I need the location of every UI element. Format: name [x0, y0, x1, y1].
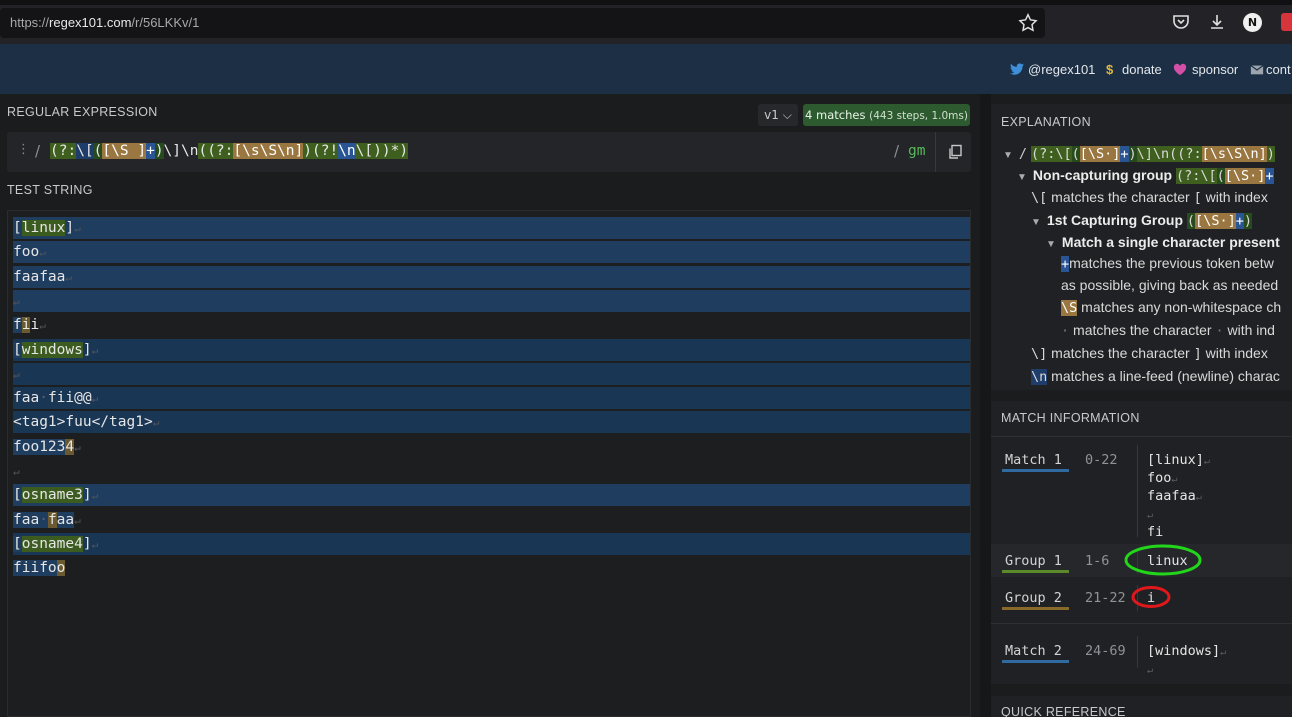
- explanation-line: \n matches a line-feed (newline) charac: [1031, 368, 1280, 385]
- extension-icon[interactable]: [1281, 13, 1292, 31]
- contact-link[interactable]: cont: [1266, 62, 1291, 77]
- match-2-underline: [1002, 660, 1069, 663]
- test-string-section-title: TEST STRING: [7, 183, 93, 197]
- test-line[interactable]: fiifoo: [13, 557, 66, 579]
- match-highlight: [13, 387, 970, 410]
- test-line[interactable]: foo1234↵: [13, 436, 81, 458]
- matches-badge: 4 matches (443 steps, 1.0ms): [803, 104, 970, 126]
- regex-input[interactable]: ⋮ / (?:\[([\S ]+)\]\n((?:[\s\S\n])(?!\n\…: [7, 132, 971, 172]
- heart-icon: [1173, 63, 1187, 76]
- test-line[interactable]: [linux]↵: [13, 217, 81, 239]
- regex-close-delimiter: /: [894, 142, 900, 160]
- drag-handle-icon[interactable]: ⋮: [17, 142, 30, 157]
- explanation-line: \S matches any non-whitespace ch: [1061, 299, 1282, 316]
- regex-section-title: REGULAR EXPRESSION: [7, 105, 158, 119]
- red-annotation-circle: [1131, 586, 1171, 608]
- quick-reference-title: QUICK REFERENCE: [1001, 705, 1126, 717]
- address-bar[interactable]: https://regex101.com/r/56LKKv/1: [0, 8, 1045, 38]
- match-highlight: [13, 289, 970, 312]
- regex-box-separator: [935, 132, 936, 172]
- match-highlight: [13, 362, 970, 385]
- match-highlight: [13, 241, 970, 264]
- test-line[interactable]: fii↵: [13, 314, 46, 336]
- dollar-icon: $: [1106, 62, 1114, 77]
- matches-detail: (443 steps, 1.0ms): [869, 110, 968, 122]
- group-1-range: 1-6: [1085, 553, 1110, 569]
- match-info-divider: [991, 436, 1292, 437]
- explanation-line: as possible, giving back as needed: [1061, 277, 1279, 293]
- donate-link[interactable]: donate: [1122, 62, 1162, 77]
- explanation-line[interactable]: ▼ Match a single character present: [1046, 234, 1280, 250]
- site-header: @regex101 $ donate sponsor cont: [0, 44, 1292, 94]
- match-highlight: [13, 338, 970, 361]
- twitter-icon: [1010, 63, 1024, 75]
- match-1-separator: [1137, 445, 1138, 537]
- version-select[interactable]: v1 ⌵: [758, 104, 798, 126]
- regex-open-delimiter: /: [35, 142, 41, 160]
- regex-pattern[interactable]: (?:\[([\S ]+)\]\n((?:[\s\S\n])(?!\n\[))*…: [50, 143, 409, 159]
- twitter-link[interactable]: @regex101: [1028, 62, 1095, 77]
- match-highlight: [13, 532, 970, 555]
- green-annotation-circle: [1124, 544, 1202, 576]
- test-line[interactable]: faafaa↵: [13, 266, 72, 288]
- match-info-title: MATCH INFORMATION: [1001, 411, 1140, 425]
- explanation-line: \[ matches the character [ with index: [1031, 189, 1268, 206]
- sponsor-link[interactable]: sponsor: [1192, 62, 1238, 77]
- explanation-line[interactable]: ▼ / (?:\[([\S·]+)\]\n((?:[\s\S\n]): [1003, 145, 1275, 162]
- match-1-value: [linux]↵ foo↵ faafaa↵ ↵ fi: [1147, 452, 1210, 540]
- bookmark-star-icon[interactable]: [1017, 12, 1039, 34]
- explanation-line[interactable]: ▼ Non-capturing group (?:\[([\S·]+: [1017, 167, 1274, 184]
- group-2-underline: [1002, 607, 1069, 610]
- test-line[interactable]: <tag1>fuu</tag1>↵: [13, 411, 159, 433]
- test-line[interactable]: ↵: [13, 363, 20, 385]
- match-2-value: [windows]↵ ↵: [1147, 643, 1227, 676]
- profile-avatar[interactable]: N: [1243, 13, 1262, 32]
- regex-flags[interactable]: gm: [908, 143, 925, 159]
- explanation-line: \] matches the character ] with index: [1031, 345, 1268, 362]
- explanation-line: +matches the previous token betw: [1061, 255, 1274, 272]
- match-2-separator: [1137, 636, 1138, 668]
- matches-count: 4 matches: [805, 108, 866, 122]
- group-1-underline: [1002, 570, 1069, 573]
- match-2-range: 24-69: [1085, 643, 1126, 659]
- mail-icon: [1250, 65, 1264, 75]
- copy-icon[interactable]: [948, 144, 964, 160]
- match-row-divider: [991, 623, 1292, 624]
- explanation-title: EXPLANATION: [1001, 115, 1091, 129]
- test-line[interactable]: [windows]↵: [13, 339, 98, 361]
- test-string-editor[interactable]: [linux]↵ foo↵ faafaa↵ ↵ fii↵ [windows]↵ ↵ faa·f…: [7, 210, 971, 717]
- download-icon[interactable]: [1207, 12, 1227, 32]
- test-line[interactable]: faa·faa↵: [13, 509, 81, 531]
- test-line[interactable]: [osname3]↵: [13, 484, 98, 506]
- test-line[interactable]: faa·fii@@↵: [13, 387, 98, 409]
- url-text[interactable]: https://regex101.com/r/56LKKv/1: [10, 15, 199, 30]
- explanation-line[interactable]: ▼ 1st Capturing Group ([\S·]+): [1031, 212, 1252, 229]
- match-2-label[interactable]: Match 2: [1005, 643, 1062, 659]
- match-highlight: [13, 484, 970, 507]
- test-line[interactable]: foo↵: [13, 241, 46, 263]
- group-2-label[interactable]: Group 2: [1005, 590, 1062, 606]
- group-2-range: 21-22: [1085, 590, 1126, 606]
- pocket-icon[interactable]: [1171, 12, 1191, 32]
- explanation-line: · matches the character · with ind: [1061, 322, 1275, 339]
- match-1-label[interactable]: Match 1: [1005, 452, 1062, 468]
- match-1-underline: [1002, 469, 1069, 472]
- browser-toolbar: https://regex101.com/r/56LKKv/1 N: [0, 0, 1292, 44]
- test-line[interactable]: ↵: [13, 290, 20, 312]
- test-line[interactable]: ↵: [13, 460, 20, 482]
- column-divider[interactable]: [980, 94, 991, 717]
- group-1-label[interactable]: Group 1: [1005, 553, 1062, 569]
- test-line[interactable]: [osname4]↵: [13, 533, 98, 555]
- match-1-range: 0-22: [1085, 452, 1118, 468]
- match-highlight: [13, 217, 970, 239]
- match-highlight: [13, 265, 970, 288]
- tab-strip: [0, 0, 1292, 5]
